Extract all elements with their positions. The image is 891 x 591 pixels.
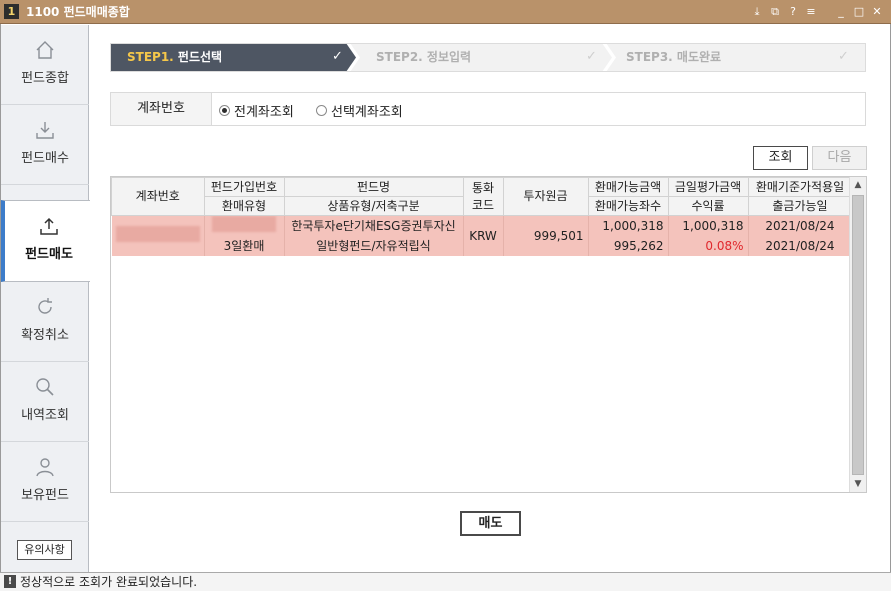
col-header-evaluation-amount: 금일평가금액 [667,177,749,197]
step-1: STEP1. 펀드선택 ✓ [110,43,356,72]
home-icon [1,39,89,63]
sidebar: 펀드종합 펀드매수 펀드매도 확정취소 내역조회 보유펀드 유의사항 [1,25,90,572]
col-header-payout-date: 출금가능일 [747,196,853,216]
sidebar-item-label: 내역조회 [21,408,69,423]
product-type-cell: 일반형펀드/자유적립식 [284,237,464,256]
sidebar-item-label: 확정취소 [21,328,69,343]
col-header-return-rate: 수익률 [667,196,749,216]
status-bar: ! 정상적으로 조회가 완료되었습니다. [0,572,891,591]
fund-table: 계좌번호 펀드가입번호 펀드명 통화 코드 투자원금 환매가능금액 금일평가금액… [110,176,867,493]
popout-icon[interactable]: ⧉ [769,4,781,20]
col-header-nav-date: 환매기준가적용일 [747,177,853,197]
user-icon [1,456,89,480]
window-title: 1100 펀드매매종합 [26,5,130,19]
sidebar-item-confirm-cancel[interactable]: 확정취소 [1,282,89,362]
menu-icon[interactable]: ≡ [805,4,817,20]
step-indicator: STEP1. 펀드선택 ✓ STEP2. 정보입력 ✓ STEP3. 매도완료 … [110,43,866,72]
sidebar-item-fund-buy[interactable]: 펀드매수 [1,105,89,185]
check-icon: ✓ [332,49,343,64]
redeemable-amount-cell: 1,000,318 [588,215,669,237]
scroll-up-icon[interactable]: ▲ [850,177,866,193]
nav-date-cell: 2021/08/24 [748,215,853,237]
table-row[interactable]: 한국투자e단기채ESG증권투자신 KRW 999,501 1,000,318 1… [111,215,853,256]
sidebar-item-fund-overview[interactable]: 펀드종합 [1,25,89,105]
step-label: 펀드선택 [177,50,223,64]
separator [823,4,829,20]
download-icon [1,119,89,143]
masked-join-number [212,216,276,232]
sidebar-item-history[interactable]: 내역조회 [1,362,89,442]
col-header-join-no: 펀드가입번호 [203,177,285,197]
upload-icon [5,215,93,239]
scroll-down-icon[interactable]: ▼ [850,476,866,492]
join-no-cell [204,215,285,237]
account-cell [111,215,205,256]
step-2: STEP2. 정보입력 ✓ [350,43,612,72]
account-label: 계좌번호 [111,93,212,125]
window-badge: 1 [4,4,19,19]
check-icon: ✓ [586,49,597,64]
sidebar-item-label: 펀드종합 [21,71,69,86]
fund-table-body: 계좌번호 펀드가입번호 펀드명 통화 코드 투자원금 환매가능금액 금일평가금액… [111,177,853,256]
search-icon [1,376,89,400]
radio-all-accounts[interactable]: 전계좌조회 [219,102,294,120]
window-controls: ⤓ ⧉ ? ≡ _ □ ✕ [751,4,883,20]
account-filter: 계좌번호 전계좌조회 선택계좌조회 [110,92,866,126]
help-icon[interactable]: ? [787,4,799,20]
sidebar-item-label: 보유펀드 [21,488,69,503]
check-icon: ✓ [838,49,849,64]
info-icon: ! [4,575,16,588]
currency-cell: KRW [463,215,504,256]
fund-name-cell: 한국투자e단기채ESG증권투자신 [284,215,464,237]
title-bar: 1 1100 펀드매매종합 ⤓ ⧉ ? ≡ _ □ ✕ [0,0,891,24]
col-header-redeemable-amount: 환매가능금액 [587,177,669,197]
col-header-currency: 통화 코드 [462,177,504,216]
sidebar-item-label: 펀드매도 [25,247,73,262]
return-rate-cell: 0.08% [668,237,749,256]
col-header-redeemable-units: 환매가능좌수 [587,196,669,216]
principal-cell: 999,501 [503,215,589,256]
sell-button[interactable]: 매도 [460,511,521,536]
radio-unselected-icon [316,104,327,116]
sidebar-item-label: 펀드매수 [21,151,69,166]
radio-selected-icon [219,104,230,116]
minimize-icon[interactable]: _ [835,4,847,20]
step-label: 매도완료 [676,50,722,64]
sidebar-item-fund-sell[interactable]: 펀드매도 [1,200,90,282]
col-header-principal: 투자원금 [502,177,589,216]
col-header-product-type: 상품유형/저축구분 [283,196,464,216]
save-icon[interactable]: ⤓ [751,4,763,20]
step-number: STEP1. [127,50,174,64]
refresh-icon [1,296,89,320]
evaluation-amount-cell: 1,000,318 [668,215,749,237]
step-number: STEP2. [376,50,423,64]
col-header-fund-name: 펀드명 [283,177,464,197]
step-label: 정보입력 [426,50,472,64]
payout-date-cell: 2021/08/24 [748,237,853,256]
maximize-icon[interactable]: □ [853,4,865,20]
sidebar-item-holdings[interactable]: 보유펀드 [1,442,89,522]
search-button[interactable]: 조회 [753,146,808,170]
vertical-scrollbar[interactable]: ▲ ▼ [849,177,866,492]
radio-label: 선택계좌조회 [331,104,403,120]
radio-label: 전계좌조회 [234,104,294,120]
status-text: 정상적으로 조회가 완료되었습니다. [20,575,198,589]
notice-button[interactable]: 유의사항 [17,540,72,560]
radio-selected-account[interactable]: 선택계좌조회 [316,102,403,120]
scroll-thumb[interactable] [852,195,864,475]
step-number: STEP3. [626,50,673,64]
redeemable-units-cell: 995,262 [588,237,669,256]
close-icon[interactable]: ✕ [871,4,883,20]
masked-account-number [115,225,200,242]
col-header-redeem-type: 환매유형 [203,196,285,216]
next-button[interactable]: 다음 [812,146,867,170]
redeem-type-cell: 3일환매 [204,237,285,256]
step-3: STEP3. 매도완료 ✓ [606,43,866,72]
col-header-account: 계좌번호 [111,177,205,216]
